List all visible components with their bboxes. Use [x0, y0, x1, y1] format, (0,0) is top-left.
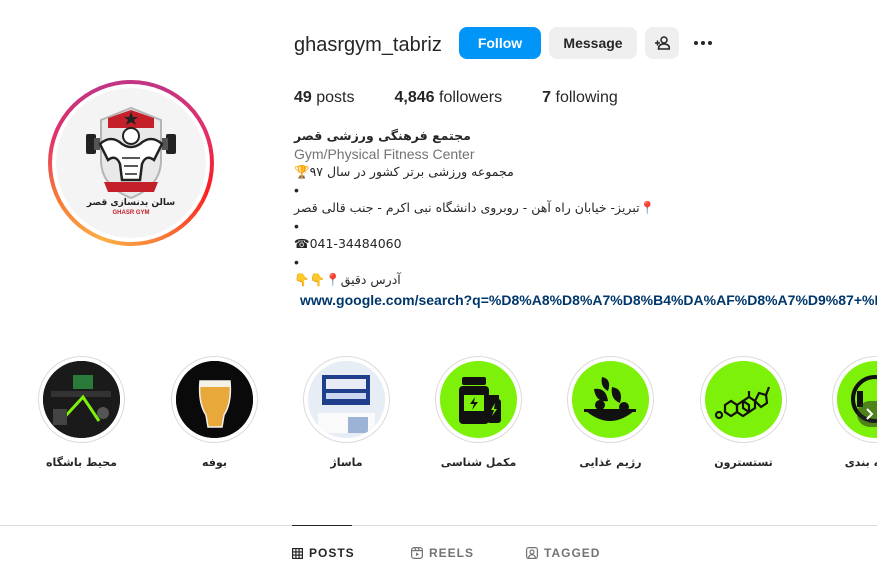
bio-line-address: 📍تبریز- خیابان راه آهن - روبروی دانشگاه …: [294, 200, 656, 215]
tab-tagged[interactable]: TAGGED: [526, 546, 600, 560]
grid-icon: [292, 547, 303, 559]
add-person-icon: [655, 36, 670, 50]
options-more-icon[interactable]: [690, 31, 716, 55]
highlights-next-arrow-icon[interactable]: [857, 401, 877, 427]
diet-salad-icon: [572, 361, 649, 438]
highlight-label: برنامه بندی: [844, 456, 877, 469]
logo-caption: سالن بدنسازی قصر GHASR GYM: [86, 198, 176, 216]
highlight-item[interactable]: رژیم غذایی: [567, 356, 654, 469]
juice-glass-photo-icon: [176, 361, 253, 438]
highlight-item[interactable]: تستسترون: [700, 356, 787, 469]
highlight-item[interactable]: محیط باشگاه: [38, 356, 125, 469]
bio-bullet: •: [294, 182, 299, 198]
highlight-label: محیط باشگاه: [46, 456, 117, 469]
username: ghasrgym_tabriz: [294, 34, 442, 56]
bio-bullet: •: [294, 218, 299, 234]
highlight-label: مکمل شناسی: [440, 456, 517, 469]
bio-line-award: مجموعه ورزشی برتر کشور در سال ۹۷🏆: [294, 164, 514, 179]
highlight-item[interactable]: مکمل شناسی: [435, 356, 522, 469]
profile-full-name: مجتمع فرهنگی ورزشی قصر: [294, 128, 471, 143]
bio-line-directions: آدرس دقیق📍👇👇: [294, 272, 401, 287]
bio-phone: ☎041-34484060: [294, 236, 402, 251]
highlight-label: بوفه: [202, 456, 227, 469]
supplement-jar-icon: [440, 361, 517, 438]
bio-bullet: •: [294, 254, 299, 270]
steroid-molecule-icon: [705, 361, 782, 438]
highlight-item[interactable]: ماساژ: [303, 356, 390, 469]
message-button[interactable]: Message: [549, 27, 637, 59]
active-tab-indicator: [292, 525, 352, 526]
profile-avatar[interactable]: [48, 80, 214, 246]
suggested-accounts-button[interactable]: [645, 27, 679, 59]
posts-stat[interactable]: 49 posts: [294, 89, 355, 107]
tagged-icon: [526, 547, 538, 559]
reels-icon: [411, 547, 423, 559]
profile-bio: مجتمع فرهنگی ورزشی قصر Gym/Physical Fitn…: [294, 127, 877, 309]
profile-category: Gym/Physical Fitness Center: [294, 146, 475, 162]
followers-link[interactable]: 4,846 followers: [395, 89, 503, 107]
story-highlights: محیط باشگاه بوفه ماساژ مکمل شناسی رژیم غ…: [38, 356, 877, 476]
bio-external-link[interactable]: www.google.com/search?q=%D8%A8%D8%A7%D8%…: [294, 291, 877, 309]
gym-equipment-photo-icon: [43, 361, 120, 438]
tab-posts[interactable]: POSTS: [292, 546, 355, 560]
massage-room-sign-photo-icon: [308, 361, 385, 438]
highlight-item[interactable]: بوفه: [171, 356, 258, 469]
highlight-label: ماساژ: [330, 456, 363, 469]
avatar-border: [52, 84, 210, 242]
follow-button[interactable]: Follow: [459, 27, 541, 59]
highlight-label: تستسترون: [714, 456, 773, 469]
highlight-label: رژیم غذایی: [579, 456, 642, 469]
tabs-divider: [0, 525, 877, 526]
following-link[interactable]: 7 following: [542, 89, 618, 107]
profile-stats: 49 posts 4,846 followers 7 following: [294, 89, 658, 107]
tab-reels[interactable]: REELS: [411, 546, 474, 560]
